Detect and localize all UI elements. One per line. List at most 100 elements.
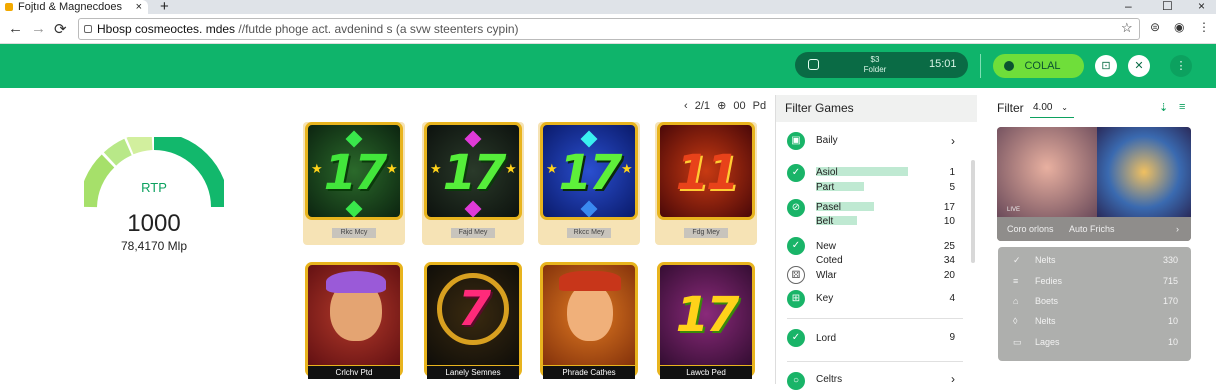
gauge-segment-max <box>153 137 224 208</box>
promo-caption-right: Auto Frichs <box>1069 224 1115 234</box>
filter-item-count: 5 <box>949 182 955 193</box>
game-art <box>305 262 403 377</box>
close-window-icon[interactable]: × <box>1198 0 1205 13</box>
wrench-icon: ✕ <box>1134 60 1144 72</box>
url-path: //futde phoge act. avdenind s (a svw ste… <box>235 22 519 36</box>
settings-button[interactable]: ✕ <box>1128 55 1150 77</box>
close-tab-icon[interactable]: × <box>136 0 142 14</box>
provider-value: 330 <box>1162 255 1178 265</box>
lock-icon <box>84 25 92 33</box>
filter-item-label: Wlar <box>816 270 837 281</box>
emerald-icon <box>345 200 363 217</box>
menu-icon[interactable]: ⋮ <box>1198 20 1210 34</box>
tab-title: Fojtıd & Magnecdoes <box>18 1 122 13</box>
filter-item[interactable]: ○ Celtrs › <box>787 372 977 390</box>
filter-item[interactable]: ⊞ Key 4 <box>787 290 977 308</box>
circle-icon: ○ <box>787 372 805 390</box>
game-card[interactable]: 17 ★ ★ Fajd Mey <box>422 122 524 245</box>
lucky-seven-icon: 17 <box>675 287 740 343</box>
rtp-subvalue: 78,4170 Mlp <box>120 239 188 253</box>
deposit-label: COLAL <box>1024 60 1061 72</box>
filter-item-count: 4 <box>949 293 955 304</box>
chevron-right-icon: › <box>1176 224 1179 234</box>
chevron-down-icon: ⌄ <box>1061 103 1068 112</box>
game-card[interactable]: 11 Fdg Mey <box>655 122 757 245</box>
deposit-button[interactable]: COLAL <box>993 54 1084 78</box>
filter-item[interactable]: Belt 10 <box>787 214 977 228</box>
pagination[interactable]: ‹ 2/1 ⊕ 00 Pd <box>684 99 766 112</box>
filter-item[interactable]: ✓ Lord 9 <box>787 329 977 347</box>
game-card[interactable]: 17 ★ ★ Rkcc Mey <box>538 122 640 245</box>
provider-value: 10 <box>1167 316 1178 326</box>
gem-icon <box>464 200 482 217</box>
profile-icon[interactable]: ◉ <box>1174 20 1184 34</box>
maximize-icon[interactable]: ☐ <box>1162 0 1173 13</box>
forward-icon[interactable]: → <box>31 20 46 37</box>
provider-row[interactable]: ≡ Fedies 715 <box>1013 276 1178 286</box>
more-button[interactable]: ⋮ <box>1170 55 1192 77</box>
provider-row[interactable]: ✓ Nelts 330 <box>1013 255 1178 266</box>
address-bar-row: ← → ⟳ Hbosp cosmeoctes. mdes //futde pho… <box>0 14 1216 44</box>
game-art: 17 ★ ★ <box>540 122 638 220</box>
filter-item-label: Belt <box>816 216 834 227</box>
character-hair-icon <box>326 271 386 293</box>
filter-item[interactable]: ⚄ Wlar 20 <box>787 266 977 284</box>
provider-row[interactable]: ⌂ Boets 170 <box>1013 296 1178 306</box>
game-card[interactable]: 17 ★ ★ Rkc Mcy <box>303 122 405 245</box>
new-tab-icon[interactable]: + <box>160 0 169 15</box>
filter-item[interactable]: Part 5 <box>787 180 977 194</box>
check-icon: ✓ <box>1013 255 1021 265</box>
star-icon: ★ <box>546 161 558 176</box>
game-tag: Fajd Mey <box>451 228 495 238</box>
more-icon: ⋮ <box>1175 60 1187 72</box>
rtp-gauge <box>84 137 224 208</box>
filter-item-label: Key <box>816 293 834 304</box>
amount-select[interactable]: 4.00 ⌄ <box>1030 98 1074 118</box>
provider-row[interactable]: ◊ Nelts 10 <box>1013 316 1178 326</box>
star-icon: ★ <box>621 161 633 176</box>
filter-games-title: Filter Games <box>776 95 977 122</box>
check-icon: ✓ <box>787 329 805 347</box>
list-icon: ≡ <box>1013 276 1019 286</box>
provider-row[interactable]: ▭ Lages 10 <box>1013 337 1178 348</box>
filter-item-count: 17 <box>943 202 955 213</box>
select-value: 4.00 <box>1033 102 1053 113</box>
pin-icon: ◊ <box>1013 316 1018 326</box>
extension-icon[interactable]: ⊜ <box>1150 20 1160 34</box>
filter-item-label: Part <box>816 182 835 193</box>
download-icon[interactable]: ⇣ <box>1159 101 1168 114</box>
check-icon: ✓ <box>787 237 805 255</box>
filter-item-label: Baily <box>816 135 838 146</box>
promo-banner[interactable]: LIVE Coro orlons Auto Frichs › <box>997 127 1191 241</box>
game-caption: Crlchv Ptd <box>308 365 400 379</box>
filter-item-label: Lord <box>816 333 837 344</box>
game-card[interactable]: Phrade Cathes <box>538 262 640 382</box>
favicon-icon <box>5 3 13 11</box>
balance-label: Folder <box>863 65 887 74</box>
game-card[interactable]: Crlchv Ptd <box>303 262 405 382</box>
game-card[interactable]: 17 Lawcb Ped <box>655 262 757 382</box>
reload-icon[interactable]: ⟳ <box>54 20 67 38</box>
star-icon: ★ <box>430 161 442 176</box>
game-card[interactable]: 7 Lanely Semnes <box>422 262 524 382</box>
filter-scrollbar[interactable] <box>971 160 975 263</box>
box-icon: ▭ <box>1013 337 1022 347</box>
filter-item[interactable]: ▣ Baily › <box>787 132 977 150</box>
url-input[interactable]: Hbosp cosmeoctes. mdes //futde phoge act… <box>78 18 1140 40</box>
filter-item[interactable]: ✓ New 25 <box>787 237 977 255</box>
list-icon[interactable]: ≡ <box>1179 101 1185 113</box>
bookmark-star-icon[interactable]: ☆ <box>1121 20 1133 36</box>
game-caption: Lanely Semnes <box>427 365 519 379</box>
balance-pill[interactable]: $3 Folder 15:01 <box>795 52 968 78</box>
browser-tab[interactable]: Fojtıd & Magnecdoes × <box>0 0 148 14</box>
right-sidebar: Filter 4.00 ⌄ ⇣ ≡ LIVE Coro orlons Auto … <box>997 95 1193 384</box>
chevron-right-icon: › <box>951 134 955 148</box>
provider-value: 10 <box>1167 337 1178 347</box>
game-art: 7 <box>424 262 522 377</box>
minimize-icon[interactable]: – <box>1125 0 1132 13</box>
back-icon[interactable]: ← <box>8 20 23 37</box>
filter-item-label: Celtrs <box>816 374 843 385</box>
gift-button[interactable]: ⊡ <box>1095 55 1117 77</box>
filter-item-label: Pasel <box>816 202 842 213</box>
character-crown-icon <box>559 271 621 291</box>
